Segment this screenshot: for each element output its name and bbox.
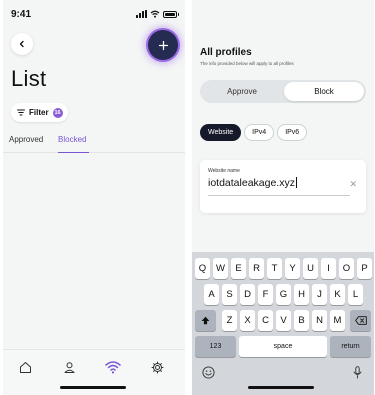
on-screen-keyboard: Q W E R T Y U I O P A S D F G H J K L Z … <box>192 252 374 395</box>
wifi-icon <box>105 361 121 374</box>
back-button[interactable] <box>11 33 33 55</box>
key-g[interactable]: G <box>276 284 291 305</box>
nav-settings[interactable] <box>149 359 165 375</box>
keyboard-row-4: 123 space return <box>192 336 374 357</box>
user-icon <box>64 361 74 373</box>
plus-icon <box>158 40 168 50</box>
key-y[interactable]: Y <box>285 258 300 279</box>
list-screen: 9:41 List Filter 16 Approved Blocked <box>3 0 185 395</box>
chevron-left-icon <box>19 40 24 48</box>
wifi-status-icon <box>150 10 160 18</box>
key-l[interactable]: L <box>348 284 363 305</box>
website-name-field[interactable]: iotdataleakage.xyz <box>208 177 297 189</box>
emoji-icon <box>202 366 215 379</box>
input-underline <box>208 195 350 196</box>
key-x[interactable]: X <box>240 310 255 331</box>
filter-icon <box>17 109 25 116</box>
key-o[interactable]: O <box>339 258 354 279</box>
filter-label: Filter <box>29 108 49 117</box>
key-e[interactable]: E <box>231 258 246 279</box>
key-q[interactable]: Q <box>195 258 210 279</box>
text-caret <box>295 177 297 188</box>
key-k[interactable]: K <box>330 284 345 305</box>
status-bar: 9:41 <box>11 8 179 20</box>
filter-button[interactable]: Filter 16 <box>11 103 68 122</box>
key-u[interactable]: U <box>303 258 318 279</box>
settings-icon <box>151 361 163 373</box>
key-i[interactable]: I <box>321 258 336 279</box>
list-tabs: Approved Blocked <box>3 133 185 153</box>
chip-ipv4[interactable]: IPv4 <box>244 124 275 141</box>
home-icon <box>19 361 31 373</box>
add-button[interactable] <box>148 30 178 60</box>
status-time: 9:41 <box>11 8 32 20</box>
dictation-key[interactable] <box>353 366 362 384</box>
bottom-navigation <box>3 349 185 395</box>
section-heading: All profiles <box>200 47 252 58</box>
microphone-icon <box>353 366 362 379</box>
tab-approved[interactable]: Approved <box>9 135 43 144</box>
keyboard-row-2: A S D F G H J K L <box>192 284 374 305</box>
filter-count-badge: 16 <box>52 107 63 118</box>
approve-option[interactable]: Approve <box>202 82 282 101</box>
approve-block-toggle: Approve Block <box>200 80 366 103</box>
key-b[interactable]: B <box>294 310 309 331</box>
cellular-signal-icon <box>136 10 147 18</box>
numbers-key[interactable]: 123 <box>195 336 236 357</box>
space-key[interactable]: space <box>239 336 327 357</box>
backspace-icon <box>354 316 367 325</box>
block-option[interactable]: Block <box>284 82 364 101</box>
keyboard-row-3: Z X C V B N M <box>192 310 374 331</box>
nav-network[interactable] <box>105 359 121 375</box>
key-c[interactable]: C <box>258 310 273 331</box>
nav-profile[interactable] <box>61 359 77 375</box>
backspace-key[interactable] <box>350 310 371 331</box>
clear-icon[interactable]: ✕ <box>349 179 357 190</box>
key-r[interactable]: R <box>249 258 264 279</box>
key-v[interactable]: V <box>276 310 291 331</box>
website-name-value: iotdataleakage.xyz <box>208 177 295 189</box>
key-h[interactable]: H <box>294 284 309 305</box>
key-n[interactable]: N <box>312 310 327 331</box>
key-d[interactable]: D <box>240 284 255 305</box>
key-p[interactable]: P <box>357 258 372 279</box>
website-name-label: Website name <box>208 168 240 174</box>
keyboard-bottom-bar <box>192 363 374 395</box>
key-m[interactable]: M <box>330 310 345 331</box>
nav-home[interactable] <box>17 359 33 375</box>
emoji-key[interactable] <box>202 366 215 384</box>
page-title: List <box>11 66 47 91</box>
tab-blocked[interactable]: Blocked <box>58 135 86 144</box>
key-j[interactable]: J <box>312 284 327 305</box>
add-blocked-website-screen: All profiles The info provided below wil… <box>192 0 374 395</box>
return-key[interactable]: return <box>330 336 371 357</box>
chip-ipv6[interactable]: IPv6 <box>277 124 308 141</box>
chip-website[interactable]: Website <box>200 124 242 141</box>
shift-arrow-icon <box>201 316 210 325</box>
home-indicator <box>248 386 314 389</box>
key-f[interactable]: F <box>258 284 273 305</box>
shift-key[interactable] <box>195 310 216 331</box>
type-chips: Website IPv4 IPv6 <box>200 124 308 141</box>
home-indicator <box>60 386 126 389</box>
keyboard-row-1: Q W E R T Y U I O P <box>192 258 374 279</box>
section-subheading: The info provided below will apply to al… <box>200 61 294 66</box>
website-name-card: Website name iotdataleakage.xyz ✕ <box>200 160 366 213</box>
key-a[interactable]: A <box>204 284 219 305</box>
status-icons <box>136 10 179 18</box>
key-z[interactable]: Z <box>222 310 237 331</box>
key-t[interactable]: T <box>267 258 282 279</box>
key-s[interactable]: S <box>222 284 237 305</box>
key-w[interactable]: W <box>213 258 228 279</box>
battery-icon <box>163 10 179 18</box>
active-tab-indicator <box>58 151 89 153</box>
